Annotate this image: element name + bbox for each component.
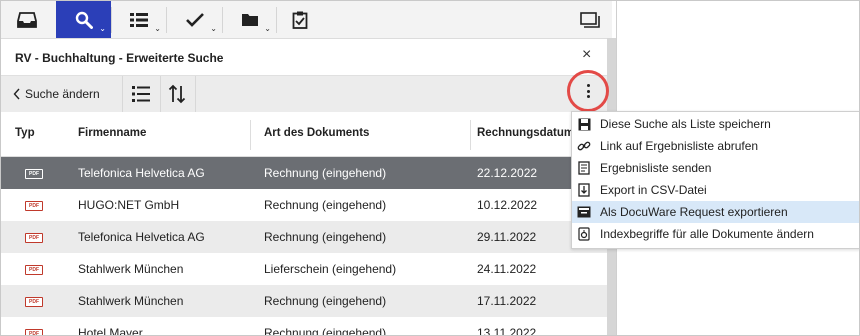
view-list-icon: [132, 86, 150, 102]
table-header: Typ Firmenname Art des Dokuments Rechnun…: [1, 112, 607, 157]
doctype-cell: Rechnung (eingehend): [264, 326, 387, 336]
pdf-icon: PDF: [25, 265, 43, 275]
doctype-cell: Rechnung (eingehend): [264, 294, 387, 308]
pdf-icon: PDF: [25, 201, 43, 211]
highlight-circle: [567, 70, 609, 112]
close-icon[interactable]: ×: [582, 46, 591, 64]
page-title: RV - Buchhaltung - Erweiterte Suche: [15, 51, 224, 65]
sort-button[interactable]: [168, 84, 186, 107]
edit-index-icon: [576, 226, 592, 242]
change-search-label: Suche ändern: [25, 87, 100, 101]
result-toolbar: Suche ändern: [1, 75, 607, 113]
date-cell: 13.11.2022: [477, 326, 537, 336]
tasks-button[interactable]: ⌄: [167, 1, 222, 38]
menu-item-label: Export in CSV-Datei: [600, 183, 707, 197]
company-cell: HUGO:NET GmbH: [78, 198, 180, 212]
inbox-button[interactable]: [1, 1, 53, 38]
menu-item-send-list[interactable]: Ergebnisliste senden: [572, 157, 859, 179]
inbox-icon: [17, 11, 37, 28]
date-cell: 17.11.2022: [477, 294, 537, 308]
change-search-button[interactable]: Suche ändern: [13, 76, 100, 112]
column-header-invoice-date[interactable]: Rechnungsdatum: [477, 127, 574, 139]
company-cell: Stahlwerk München: [78, 262, 184, 276]
docuware-request-icon: [576, 204, 592, 220]
chevron-left-icon: [13, 88, 20, 100]
window-restore-icon: [580, 11, 600, 28]
table-row[interactable]: PDF Stahlwerk München Rechnung (eingehen…: [1, 285, 607, 317]
menu-item-label: Als DocuWare Request exportieren: [600, 205, 788, 219]
menu-item-label: Diese Suche als Liste speichern: [600, 117, 771, 131]
doctype-cell: Rechnung (eingehend): [264, 166, 387, 180]
send-list-icon: [576, 160, 592, 176]
search-icon: [75, 11, 93, 29]
menu-item-label: Link auf Ergebnisliste abrufen: [600, 139, 759, 153]
doctype-cell: Rechnung (eingehend): [264, 230, 387, 244]
search-button[interactable]: ⌄: [56, 1, 111, 38]
chevron-down-icon: ⌄: [99, 24, 106, 33]
list-menu-button[interactable]: ⌄: [112, 1, 166, 38]
menu-item-export-csv[interactable]: Export in CSV-Datei: [572, 179, 859, 201]
company-cell: Telefonica Helvetica AG: [78, 166, 205, 180]
checkmark-icon: [185, 12, 204, 27]
list-icon: [130, 12, 148, 27]
menu-item-docuware-request[interactable]: Als DocuWare Request exportieren: [572, 201, 859, 223]
doctype-cell: Lieferschein (eingehend): [264, 262, 397, 276]
export-icon: [576, 182, 592, 198]
folder-icon: [241, 13, 258, 26]
table-row[interactable]: PDF HUGO:NET GmbH Rechnung (eingehend) 1…: [1, 189, 607, 221]
pdf-icon: PDF: [25, 297, 43, 307]
view-list-button[interactable]: [131, 85, 151, 106]
main-toolbar: ⌄ ⌄ ⌄ ⌄: [1, 1, 612, 39]
menu-item-change-index[interactable]: Indexbegriffe für alle Dokumente ändern: [572, 223, 859, 245]
table-row[interactable]: PDF Stahlwerk München Lieferschein (eing…: [1, 253, 607, 285]
clipboard-button[interactable]: [277, 1, 323, 38]
window-restore-button[interactable]: [575, 1, 605, 38]
company-cell: Telefonica Helvetica AG: [78, 230, 205, 244]
chevron-down-icon: ⌄: [210, 24, 217, 33]
menu-item-label: Indexbegriffe für alle Dokumente ändern: [600, 227, 814, 241]
date-cell: 24.11.2022: [477, 262, 537, 276]
context-menu: Diese Suche als Liste speichern Link auf…: [571, 111, 859, 249]
menu-item-get-link[interactable]: Link auf Ergebnisliste abrufen: [572, 135, 859, 157]
date-cell: 22.12.2022: [477, 166, 538, 180]
chevron-down-icon: ⌄: [264, 24, 271, 33]
menu-item-save-as-list[interactable]: Diese Suche als Liste speichern: [572, 113, 859, 135]
pdf-icon: PDF: [25, 329, 43, 335]
save-icon: [576, 116, 592, 132]
company-cell: Hotel Mayer: [78, 326, 143, 336]
column-header-type[interactable]: Typ: [15, 127, 35, 139]
pdf-icon: PDF: [25, 169, 43, 179]
folder-button[interactable]: ⌄: [223, 1, 276, 38]
column-header-doctype[interactable]: Art des Dokuments: [264, 127, 369, 139]
app-window: ⌄ ⌄ ⌄ ⌄ RV - Buchhaltung - Erweiterte Su…: [0, 0, 860, 336]
link-icon: [576, 138, 592, 154]
date-cell: 10.12.2022: [477, 198, 538, 212]
table-row[interactable]: PDF Telefonica Helvetica AG Rechnung (ei…: [1, 157, 607, 189]
company-cell: Stahlwerk München: [78, 294, 184, 308]
column-header-company[interactable]: Firmenname: [78, 127, 146, 139]
chevron-down-icon: ⌄: [154, 24, 161, 33]
table-row[interactable]: PDF Telefonica Helvetica AG Rechnung (ei…: [1, 221, 607, 253]
table-row[interactable]: PDF Hotel Mayer Rechnung (eingehend) 13.…: [1, 317, 607, 336]
menu-item-label: Ergebnisliste senden: [600, 161, 712, 175]
pdf-icon: PDF: [25, 233, 43, 243]
doctype-cell: Rechnung (eingehend): [264, 198, 387, 212]
clipboard-check-icon: [292, 11, 308, 29]
date-cell: 29.11.2022: [477, 230, 537, 244]
sort-icon: [168, 84, 186, 104]
